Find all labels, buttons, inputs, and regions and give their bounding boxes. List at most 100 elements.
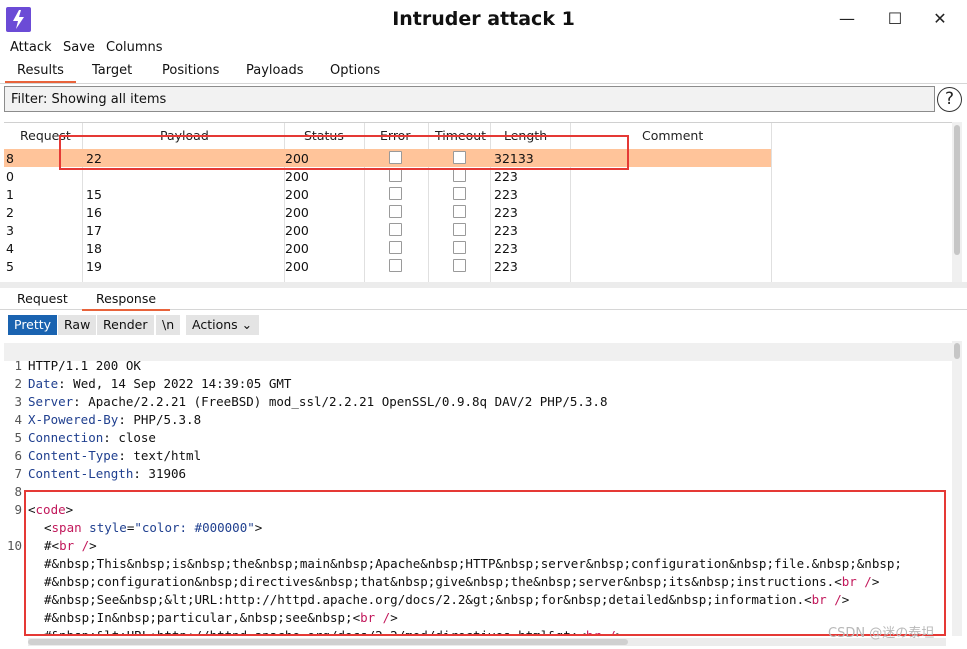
tab-target[interactable]: Target — [92, 63, 132, 78]
cell-length: 223 — [494, 205, 518, 220]
scrollbar-thumb[interactable] — [954, 343, 960, 359]
code-line: 2 Date: Wed, 14 Sep 2022 14:39:05 GMT — [14, 376, 292, 391]
help-icon[interactable]: ? — [937, 87, 962, 112]
cell-payload: 15 — [86, 187, 102, 202]
watermark: CSDN @迷の泰坦 — [828, 626, 935, 641]
cell-status: 200 — [285, 259, 309, 274]
error-checkbox[interactable] — [389, 241, 402, 254]
results-scrollbar[interactable] — [952, 122, 962, 282]
cell-length: 223 — [494, 259, 518, 274]
raw-button[interactable]: Raw — [58, 315, 97, 335]
message-tabs: Request Response — [0, 288, 967, 311]
editor-toolbar: Pretty Raw Render \n Actions ⌄ — [0, 313, 967, 337]
cell-length: 223 — [494, 187, 518, 202]
cell-length: 223 — [494, 169, 518, 184]
table-row[interactable]: 2 16 200 223 — [4, 203, 771, 221]
header-value: Wed, 14 Sep 2022 14:39:05 GMT — [73, 376, 292, 391]
code-line: 8 — [14, 484, 22, 499]
header-value: text/html — [133, 448, 202, 463]
cell-request: 0 — [6, 169, 14, 184]
tab-options[interactable]: Options — [330, 63, 380, 78]
timeout-checkbox[interactable] — [453, 187, 466, 200]
error-checkbox[interactable] — [389, 259, 402, 272]
table-row[interactable]: 4 18 200 223 — [4, 239, 771, 257]
main-tabs: Results Target Positions Payloads Option… — [0, 60, 967, 84]
tab-payloads[interactable]: Payloads — [246, 63, 303, 78]
header-value: 31906 — [148, 466, 187, 481]
menu-bar: Attack Save Columns — [0, 38, 967, 58]
maximize-icon[interactable]: ☐ — [880, 9, 910, 31]
menu-columns[interactable]: Columns — [106, 40, 163, 55]
table-row[interactable]: 5 19 200 223 — [4, 257, 771, 275]
menu-save[interactable]: Save — [63, 40, 95, 55]
timeout-checkbox[interactable] — [453, 169, 466, 182]
scrollbar-thumb[interactable] — [28, 639, 628, 645]
tab-results[interactable]: Results — [5, 63, 76, 83]
menu-attack[interactable]: Attack — [10, 40, 52, 55]
cell-status: 200 — [285, 205, 309, 220]
error-checkbox[interactable] — [389, 205, 402, 218]
scrollbar-thumb[interactable] — [954, 125, 960, 255]
error-checkbox[interactable] — [389, 187, 402, 200]
title-bar: Intruder attack 1 — ☐ ✕ — [0, 0, 967, 40]
header-key: Content-Type — [28, 448, 119, 463]
code-line: 4 X-Powered-By: PHP/5.3.8 — [14, 412, 202, 427]
header-key: Content-Length — [28, 466, 134, 481]
editor-hscrollbar[interactable] — [28, 638, 946, 646]
timeout-checkbox[interactable] — [453, 223, 466, 236]
cell-payload: 17 — [86, 223, 102, 238]
filter-bar[interactable]: Filter: Showing all items — [4, 86, 935, 112]
cell-request: 5 — [6, 259, 14, 274]
header-key: Connection — [28, 430, 104, 445]
cell-request: 1 — [6, 187, 14, 202]
cell-status: 200 — [285, 241, 309, 256]
cell-request: 2 — [6, 205, 14, 220]
code-line: 7 Content-Length: 31906 — [14, 466, 187, 481]
code-line: 6 Content-Type: text/html — [14, 448, 202, 463]
cell-request: 4 — [6, 241, 14, 256]
timeout-checkbox[interactable] — [453, 241, 466, 254]
actions-label: Actions — [192, 317, 238, 332]
cell-length: 223 — [494, 241, 518, 256]
chevron-down-icon: ⌄ — [241, 317, 253, 332]
tab-response[interactable]: Response — [81, 291, 171, 311]
header-value: close — [118, 430, 156, 445]
header-value: Apache/2.2.21 (FreeBSD) mod_ssl/2.2.21 O… — [88, 394, 608, 409]
timeout-checkbox[interactable] — [453, 205, 466, 218]
newline-button[interactable]: \n — [156, 315, 181, 335]
window-title: Intruder attack 1 — [392, 8, 575, 30]
cell-request: 8 — [6, 151, 14, 166]
close-icon[interactable]: ✕ — [925, 9, 955, 31]
error-checkbox[interactable] — [389, 169, 402, 182]
timeout-checkbox[interactable] — [453, 259, 466, 272]
highlight-box — [59, 135, 629, 170]
pretty-button[interactable]: Pretty — [8, 315, 58, 335]
cell-payload: 19 — [86, 259, 102, 274]
actions-dropdown[interactable]: Actions ⌄ — [186, 315, 259, 335]
render-button[interactable]: Render — [97, 315, 154, 335]
highlight-box — [24, 490, 946, 636]
code-line: 1 HTTP/1.1 200 OK — [4, 343, 952, 373]
column-divider — [771, 123, 772, 282]
status-line: HTTP/1.1 200 OK — [28, 358, 141, 373]
error-checkbox[interactable] — [389, 223, 402, 236]
header-value: PHP/5.3.8 — [133, 412, 202, 427]
cell-payload: 16 — [86, 205, 102, 220]
minimize-icon[interactable]: — — [832, 9, 862, 31]
code-line: 3 Server: Apache/2.2.21 (FreeBSD) mod_ssl… — [14, 394, 608, 409]
header-key: Server — [28, 394, 74, 409]
table-row[interactable]: 3 17 200 223 — [4, 221, 771, 239]
col-comment[interactable]: Comment — [642, 128, 703, 143]
cell-length: 223 — [494, 223, 518, 238]
cell-status: 200 — [285, 169, 309, 184]
table-row[interactable]: 1 15 200 223 — [4, 185, 771, 203]
tab-request[interactable]: Request — [17, 291, 68, 306]
tab-positions[interactable]: Positions — [162, 63, 219, 78]
cell-status: 200 — [285, 223, 309, 238]
header-key: X-Powered-By — [28, 412, 119, 427]
code-line: 5 Connection: close — [14, 430, 156, 445]
cell-request: 3 — [6, 223, 14, 238]
editor-scrollbar[interactable] — [952, 341, 962, 636]
cell-status: 200 — [285, 187, 309, 202]
cell-payload: 18 — [86, 241, 102, 256]
